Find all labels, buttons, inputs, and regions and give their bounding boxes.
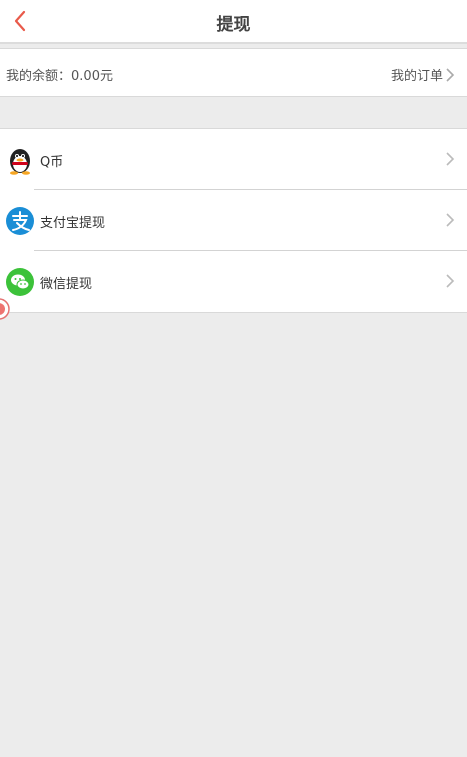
my-orders-label: 我的订单	[390, 69, 443, 84]
qq-penguin-icon	[10, 149, 30, 175]
chevron-right-icon	[446, 67, 455, 82]
alipay-icon	[6, 207, 34, 235]
menu-item-label: Q币	[40, 155, 64, 170]
chevron-right-icon	[446, 274, 455, 288]
menu-item-alipay[interactable]: 支付宝提现	[0, 190, 467, 251]
balance-bar: 我的余额：0.00元 我的订单	[0, 48, 467, 97]
balance-value: 0.00元	[71, 69, 113, 84]
menu-item-wechat[interactable]: 微信提现	[0, 251, 467, 312]
withdraw-methods-list: Q币 支付宝提现 微信提现	[0, 128, 467, 313]
chevron-right-icon	[446, 152, 455, 166]
menu-item-label: 微信提现	[40, 277, 93, 292]
menu-item-label: 支付宝提现	[40, 216, 106, 231]
floating-badge-icon[interactable]	[0, 296, 10, 322]
wechat-icon	[6, 268, 34, 296]
balance-info: 我的余额：0.00元	[6, 65, 113, 84]
chevron-right-icon	[446, 213, 455, 227]
my-orders-link[interactable]: 我的订单	[391, 65, 455, 84]
top-bar: 提现	[0, 0, 467, 44]
menu-item-qcoin[interactable]: Q币	[0, 129, 467, 190]
page-title: 提现	[216, 15, 251, 35]
balance-label: 我的余额：	[6, 69, 72, 84]
